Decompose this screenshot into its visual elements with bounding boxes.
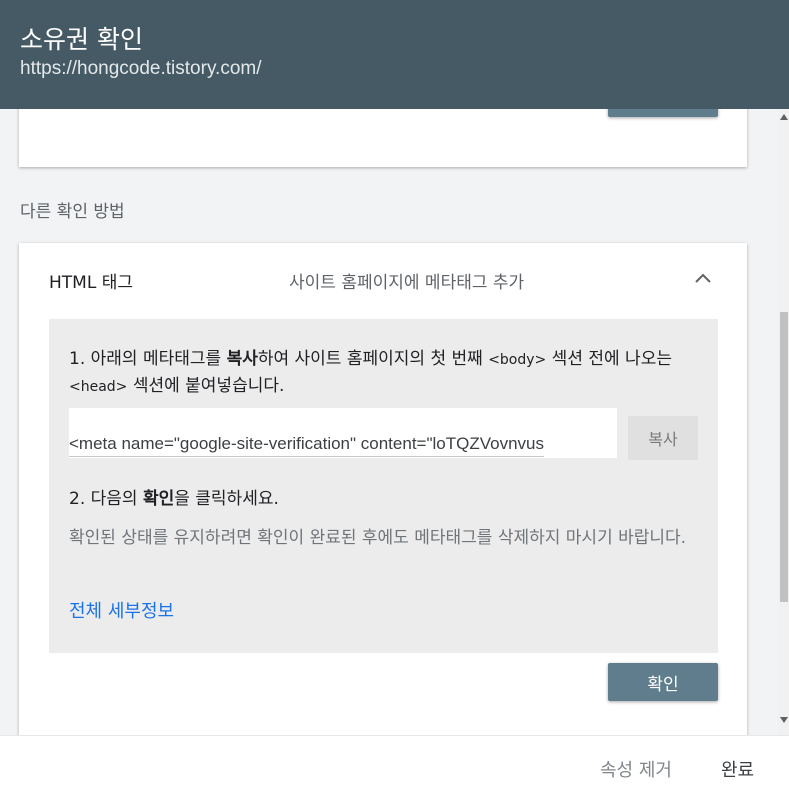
meta-tag-field[interactable]: <meta name="google-site-verification" co…	[69, 408, 617, 458]
instructions-box: 1. 아래의 메타태그를 복사하여 사이트 홈페이지의 첫 번째 <body> …	[49, 319, 718, 653]
step1-bold-copy: 복사	[226, 349, 258, 369]
step1-text: 1. 아래의 메타태그를 복사하여 사이트 홈페이지의 첫 번째 <body> …	[69, 346, 709, 400]
step1-part1: 1. 아래의 메타태그를	[69, 349, 227, 369]
step1-part2: 하여 사이트 홈페이지의 첫 번째	[257, 349, 489, 369]
step2-bold-confirm: 확인	[142, 489, 175, 509]
done-button[interactable]: 완료	[721, 756, 754, 782]
copy-button[interactable]: 복사	[628, 416, 698, 460]
scroll-up-arrow-icon[interactable]	[780, 114, 788, 120]
property-url: https://hongcode.tistory.com/	[20, 58, 262, 79]
retention-note: 확인된 상태를 유지하려면 확인이 완료된 후에도 메타태그를 삭제하지 마시기…	[69, 528, 687, 548]
dialog-title: 소유권 확인	[20, 25, 143, 54]
confirm-button-top[interactable]: 확인	[608, 109, 718, 117]
dialog-content: 확인 다른 확인 방법 HTML 태그 사이트 홈페이지에 메타태그 추가 1.…	[0, 109, 778, 735]
chevron-up-icon[interactable]	[693, 270, 713, 286]
scroll-down-arrow-icon[interactable]	[780, 717, 788, 723]
html-tag-card: HTML 태그 사이트 홈페이지에 메타태그 추가 1. 아래의 메타태그를 복…	[19, 243, 747, 735]
other-methods-label: 다른 확인 방법	[20, 202, 125, 222]
step2-part1: 2. 다음의	[69, 489, 143, 509]
dialog-footer: 속성 제거 완료	[0, 735, 789, 796]
step1-part4: 섹션에 붙여넣습니다.	[127, 376, 285, 396]
step1-code-head: <head>	[69, 379, 128, 395]
step1-part3: 섹션 전에 나오는	[546, 349, 672, 369]
step2-text: 2. 다음의 확인을 클릭하세요.	[69, 484, 279, 509]
method-title[interactable]: HTML 태그	[49, 268, 133, 293]
remove-property-button[interactable]: 속성 제거	[600, 756, 672, 782]
scrollbar-thumb[interactable]	[780, 312, 788, 602]
step2-part2: 을 클릭하세요.	[174, 489, 279, 509]
confirm-button[interactable]: 확인	[608, 663, 718, 701]
meta-tag-value: <meta name="google-site-verification" co…	[69, 434, 544, 457]
verification-card-top: 확인	[19, 109, 747, 167]
dialog-header: 소유권 확인 https://hongcode.tistory.com/	[0, 0, 789, 109]
details-link[interactable]: 전체 세부정보	[69, 597, 174, 623]
step1-code-body: <body>	[488, 352, 547, 368]
method-description: 사이트 홈페이지에 메타태그 추가	[289, 273, 525, 293]
